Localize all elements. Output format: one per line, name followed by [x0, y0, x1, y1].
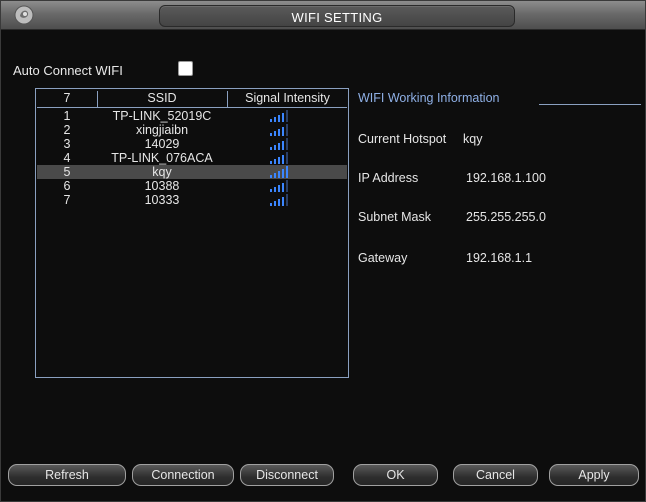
row-index: 1 — [63, 109, 71, 123]
signal-bar — [270, 133, 272, 136]
signal-bar — [278, 199, 280, 206]
signal-bar — [270, 161, 272, 164]
table-row[interactable]: 6 10388 — [37, 179, 347, 193]
signal-bar — [286, 138, 288, 150]
signal-bar — [286, 152, 288, 164]
refresh-button[interactable]: Refresh — [8, 464, 126, 486]
row-index: 7 — [63, 193, 71, 207]
signal-bar — [274, 117, 276, 122]
signal-bar — [282, 127, 284, 136]
connection-button[interactable]: Connection — [132, 464, 234, 486]
signal-bar — [270, 203, 272, 206]
signal-strength-icon — [270, 110, 292, 122]
signal-bar — [282, 155, 284, 164]
signal-strength-icon — [270, 152, 292, 164]
current-hotspot-label: Current Hotspot — [358, 132, 447, 146]
table-rows: 1 TP-LINK_52019C 2 xingjiaibn 3 14029 4 TP-LINK… — [37, 109, 347, 207]
signal-bar — [278, 129, 280, 136]
row-ssid: xingjiaibn — [135, 123, 189, 137]
title-pill: WIFI SETTING — [159, 5, 515, 27]
auto-connect-checkbox[interactable] — [178, 61, 193, 76]
wifi-setting-window: WIFI SETTING Auto Connect WIFI 7 SSID Si… — [0, 0, 646, 502]
signal-bar — [286, 110, 288, 122]
gateway-label: Gateway — [358, 251, 408, 265]
wifi-network-table: 7 SSID Signal Intensity 1 TP-LINK_52019C 2… — [35, 88, 349, 378]
row-ssid: 10333 — [144, 193, 180, 207]
row-ssid: kqy — [152, 165, 172, 179]
header-ssid: SSID — [147, 91, 177, 105]
apply-button[interactable]: Apply — [549, 464, 639, 486]
signal-bar — [286, 124, 288, 136]
row-index: 3 — [63, 137, 71, 151]
signal-bar — [282, 183, 284, 192]
signal-bar — [274, 187, 276, 192]
signal-bar — [278, 157, 280, 164]
signal-bar — [286, 166, 288, 178]
signal-bar — [274, 201, 276, 206]
table-row[interactable]: 1 TP-LINK_52019C — [37, 109, 347, 123]
signal-bar — [270, 147, 272, 150]
signal-bar — [278, 115, 280, 122]
row-index: 5 — [63, 165, 71, 179]
row-ssid: TP-LINK_076ACA — [111, 151, 213, 165]
row-ssid: 14029 — [144, 137, 180, 151]
signal-bar — [278, 171, 280, 178]
signal-bar — [282, 141, 284, 150]
ip-address-label: IP Address — [358, 171, 419, 185]
signal-bar — [286, 194, 288, 206]
signal-bar — [270, 189, 272, 192]
row-index: 6 — [63, 179, 71, 193]
auto-connect-label: Auto Connect WIFI — [13, 63, 123, 78]
table-row[interactable]: 5 kqy — [37, 165, 347, 179]
ip-address-value: 192.168.1.100 — [466, 171, 546, 185]
row-index: 4 — [63, 151, 71, 165]
gateway-value: 192.168.1.1 — [466, 251, 533, 265]
signal-bar — [274, 173, 276, 178]
row-index: 2 — [63, 123, 71, 137]
signal-strength-icon — [270, 194, 292, 206]
header-signal: Signal Intensity — [245, 91, 330, 105]
info-heading: WIFI Working Information — [358, 91, 500, 105]
table-row[interactable]: 2 xingjiaibn — [37, 123, 347, 137]
table-header: 7 SSID Signal Intensity — [37, 90, 347, 108]
subnet-mask-label: Subnet Mask — [358, 210, 431, 224]
table-row[interactable]: 7 10333 — [37, 193, 347, 207]
disconnect-button[interactable]: Disconnect — [240, 464, 334, 486]
window-title: WIFI SETTING — [291, 10, 383, 25]
signal-bar — [270, 175, 272, 178]
signal-strength-icon — [270, 180, 292, 192]
signal-bar — [270, 119, 272, 122]
ok-button[interactable]: OK — [353, 464, 438, 486]
signal-bar — [278, 185, 280, 192]
signal-strength-icon — [270, 124, 292, 136]
signal-bar — [282, 113, 284, 122]
signal-bar — [278, 143, 280, 150]
signal-bar — [274, 145, 276, 150]
row-ssid: 10388 — [144, 179, 180, 193]
signal-bar — [274, 131, 276, 136]
signal-strength-icon — [270, 166, 292, 178]
dvr-logo-icon — [14, 5, 34, 25]
table-row[interactable]: 3 14029 — [37, 137, 347, 151]
title-bar: WIFI SETTING — [1, 1, 645, 30]
cancel-button[interactable]: Cancel — [453, 464, 538, 486]
signal-strength-icon — [270, 138, 292, 150]
subnet-mask-value: 255.255.255.0 — [466, 210, 546, 224]
signal-bar — [286, 180, 288, 192]
header-index: 7 — [63, 91, 71, 105]
signal-bar — [282, 197, 284, 206]
info-heading-rule — [539, 104, 641, 105]
table-row[interactable]: 4 TP-LINK_076ACA — [37, 151, 347, 165]
signal-bar — [274, 159, 276, 164]
signal-bar — [282, 169, 284, 178]
current-hotspot-value: kqy — [463, 132, 483, 146]
row-ssid: TP-LINK_52019C — [112, 109, 212, 123]
